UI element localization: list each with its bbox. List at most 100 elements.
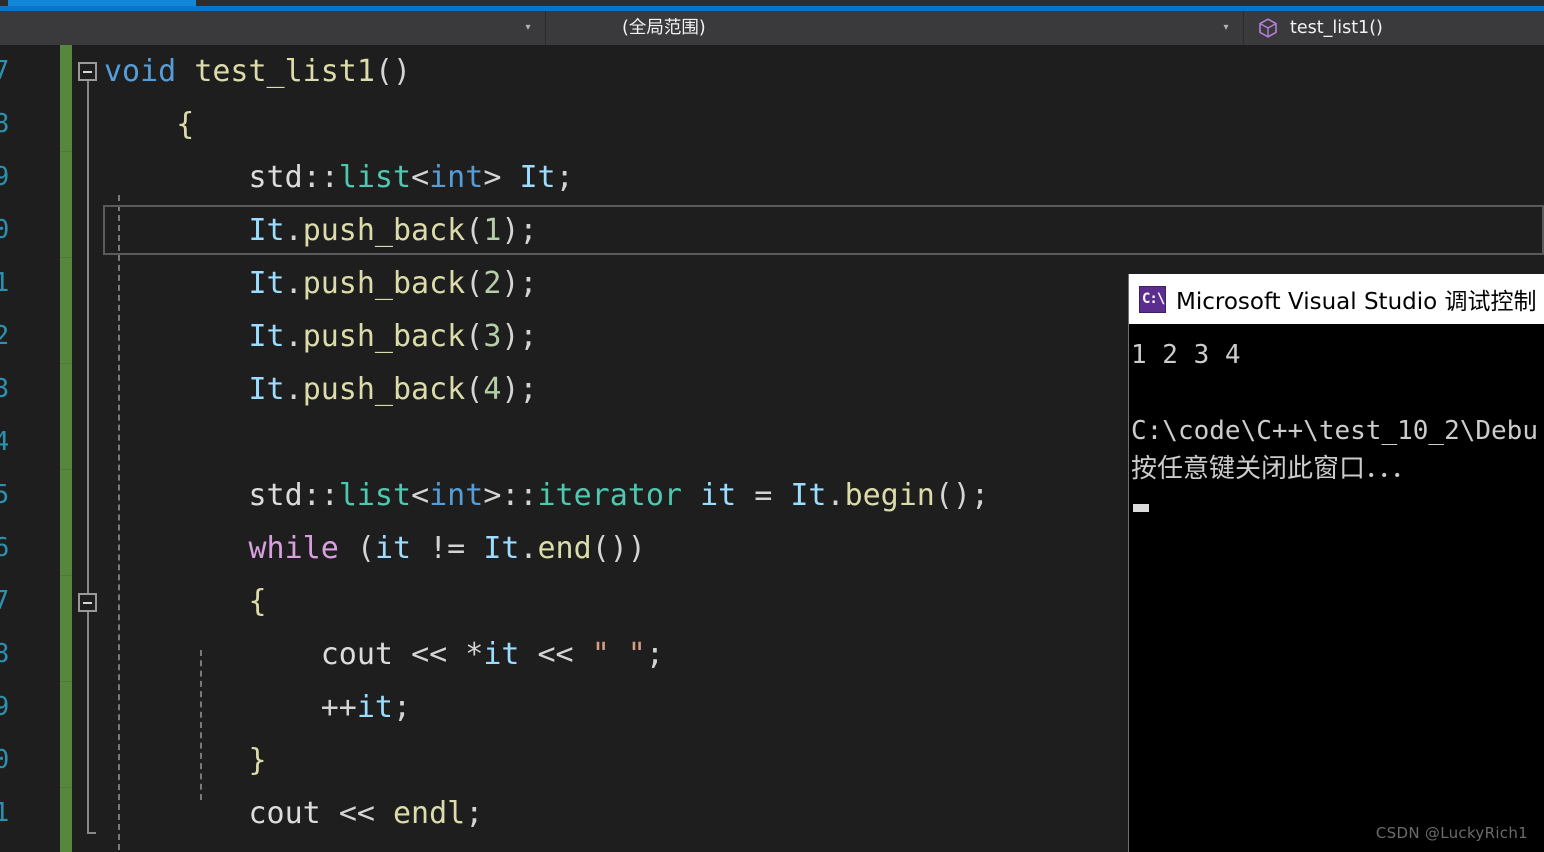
code-line[interactable]: It.push_back(1); — [104, 204, 989, 257]
code-text[interactable]: void test_list1() { std::list<int> It; I… — [104, 45, 989, 840]
member-dropdown[interactable]: test_list1() — [1244, 11, 1544, 45]
code-token: ( — [356, 531, 375, 566]
code-token: . — [284, 266, 303, 301]
code-line[interactable]: while (it != It.end()) — [104, 522, 989, 575]
code-token: << — [338, 796, 375, 831]
console-output-line: 1 2 3 4 — [1131, 340, 1241, 370]
code-line[interactable]: std::list<int> It; — [104, 151, 989, 204]
console-app-icon: C:\ — [1139, 285, 1166, 313]
outline-scope-line-function — [87, 81, 89, 833]
code-token: :: — [501, 478, 538, 513]
line-number: 54 — [0, 427, 10, 457]
code-token: () — [374, 54, 412, 89]
code-token: ); — [501, 319, 538, 354]
console-output: 1 2 3 4 C:\code\C++\test_10_2\Debu 按任意键关闭… — [1129, 324, 1544, 488]
code-token: << — [537, 637, 574, 672]
console-output-line: 按任意键关闭此窗口．．． — [1131, 454, 1418, 484]
code-token: ( — [465, 213, 484, 248]
editor-tab-strip — [0, 0, 1544, 11]
code-line[interactable]: ++it; — [104, 681, 989, 734]
code-token: push_back — [302, 319, 466, 354]
code-token: end — [537, 531, 592, 566]
outlining-column[interactable] — [78, 45, 104, 852]
code-token: << — [411, 637, 448, 672]
outline-scope-end-tick — [87, 832, 96, 834]
code-token: std — [248, 478, 303, 513]
code-token: . — [284, 319, 303, 354]
code-token: It — [248, 213, 285, 248]
visual-studio-window: ▾ (全局范围) ▾ test_list1() 47 48 49 50 51 52 53 54… — [0, 0, 1544, 852]
code-line[interactable]: It.push_back(2); — [104, 257, 989, 310]
code-line[interactable]: cout << *it << " "; — [104, 628, 989, 681]
code-token: test_list1 — [194, 54, 375, 89]
code-token: < — [411, 478, 430, 513]
global-scope-value: (全局范围) — [622, 18, 706, 38]
code-token: cout — [320, 637, 393, 672]
project-scope-dropdown[interactable]: ▾ — [0, 11, 546, 45]
code-token: 1 — [483, 213, 502, 248]
line-number: 47 — [0, 56, 10, 86]
code-token: push_back — [302, 213, 466, 248]
code-line[interactable]: } — [104, 734, 989, 787]
code-token: iterator — [537, 478, 683, 513]
line-number: 51 — [0, 268, 10, 298]
code-token: ); — [501, 213, 538, 248]
line-number-gutter: 47 48 49 50 51 52 53 54 55 56 57 58 59 60 61 62 — [0, 45, 10, 852]
code-line[interactable]: cout << endl; — [104, 787, 989, 840]
chevron-down-icon[interactable]: ▾ — [517, 11, 539, 45]
code-token: } — [248, 743, 267, 778]
code-token: std — [248, 160, 303, 195]
code-token: ( — [465, 266, 484, 301]
code-line[interactable] — [104, 416, 989, 469]
code-token: < — [411, 160, 430, 195]
change-indicator-bar — [60, 45, 72, 852]
code-token: list — [338, 160, 412, 195]
code-line[interactable]: std::list<int>::iterator it = It.begin()… — [104, 469, 990, 522]
code-token: int — [429, 160, 484, 195]
code-token: . — [284, 372, 303, 407]
code-token: ; — [555, 160, 574, 195]
collapse-toggle-function[interactable] — [78, 62, 97, 81]
line-number: 58 — [0, 639, 10, 669]
debug-console-window[interactable]: C:\ Microsoft Visual Studio 调试控制 1 2 3 4… — [1128, 274, 1544, 852]
code-token: { — [176, 107, 195, 142]
code-line[interactable]: { — [104, 98, 989, 151]
line-number: 50 — [0, 215, 10, 245]
code-token: int — [429, 478, 484, 513]
code-token: . — [826, 478, 845, 513]
code-token: push_back — [302, 266, 466, 301]
console-title-bar[interactable]: C:\ Microsoft Visual Studio 调试控制 — [1129, 274, 1544, 324]
code-line[interactable]: void test_list1() — [104, 45, 989, 98]
code-token: 3 — [483, 319, 502, 354]
code-token: It — [248, 266, 285, 301]
code-token: > — [483, 478, 502, 513]
global-scope-dropdown[interactable]: (全局范围) ▾ — [546, 11, 1244, 45]
line-number: 60 — [0, 745, 10, 775]
code-token: ; — [645, 637, 664, 672]
code-token: push_back — [302, 372, 466, 407]
code-line[interactable]: It.push_back(3); — [104, 310, 989, 363]
code-token: void — [104, 54, 177, 89]
code-line[interactable]: It.push_back(4); — [104, 363, 989, 416]
chevron-down-icon[interactable]: ▾ — [1215, 11, 1237, 45]
code-token: ( — [465, 372, 484, 407]
code-token: (); — [934, 478, 990, 513]
line-number: 48 — [0, 109, 10, 139]
code-token: ( — [465, 319, 484, 354]
collapse-toggle-while[interactable] — [78, 593, 97, 612]
code-token: it — [356, 690, 393, 725]
code-line[interactable]: { — [104, 575, 989, 628]
